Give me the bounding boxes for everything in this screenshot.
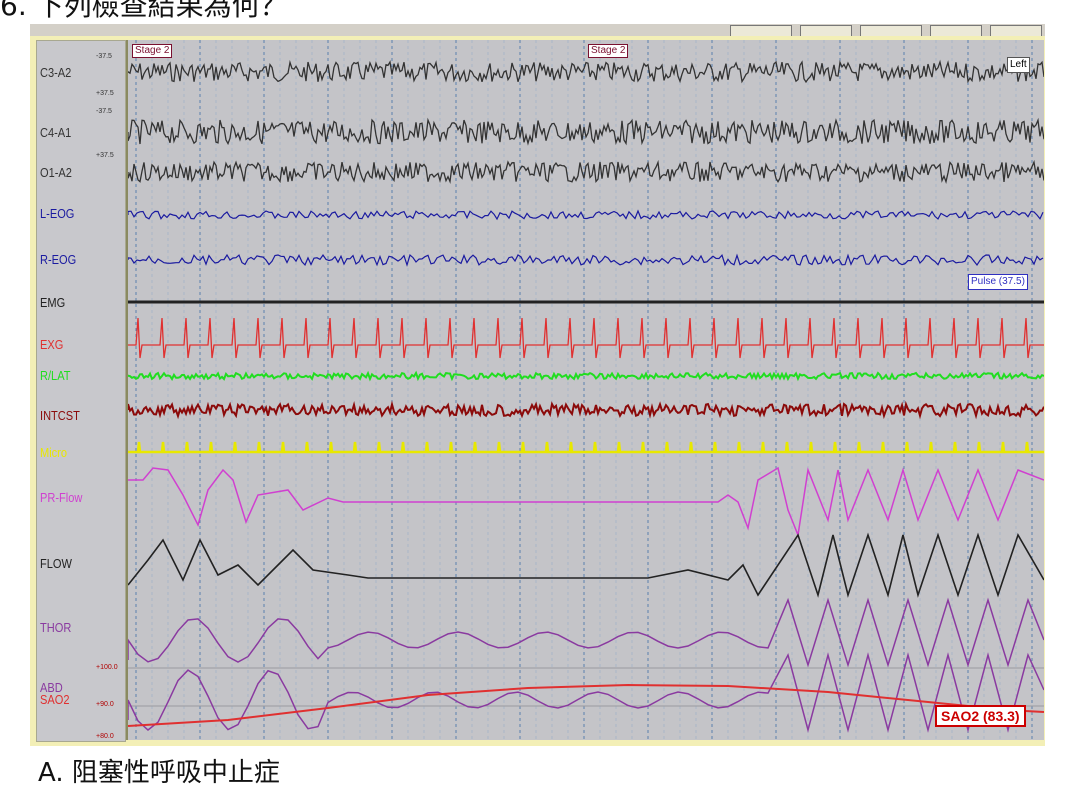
stage-marker: Stage 2 (132, 44, 173, 58)
channel-label-c3-a2: C3-A2 (40, 65, 72, 80)
channel-label-intcst: INTCST (40, 408, 80, 423)
channel-label-emg: EMG (40, 295, 66, 310)
pulse-box: Pulse (37.5) (968, 274, 1028, 290)
signal-plot-area (126, 40, 1044, 740)
micro-trace (128, 441, 1044, 454)
polysomnography-traces (128, 40, 1044, 740)
scale-label: -37.5 (96, 53, 112, 60)
r-eog-trace (128, 253, 1044, 267)
channel-label-panel (36, 40, 126, 742)
r-lat-trace (128, 370, 1044, 382)
channel-label-flow: FLOW (40, 556, 72, 571)
channel-label-o1-a2: O1-A2 (40, 165, 72, 180)
question-text: 6. 下列檢查結果為何？ (0, 0, 288, 22)
channel-label-r-lat: R/LAT (40, 368, 71, 383)
channel-label-micro: Micro (40, 445, 68, 460)
c4-a1-trace (128, 117, 1044, 146)
exg-trace (128, 317, 1044, 359)
scale-label: +80.0 (96, 733, 114, 740)
channel-label-exg: EXG (40, 337, 64, 352)
channel-label-l-eog: L-EOG (40, 206, 75, 221)
thor-trace (128, 597, 1044, 668)
scale-label: +37.5 (96, 90, 114, 97)
pr-flow-trace (128, 466, 1044, 538)
channel-label-thor: THOR (40, 620, 72, 635)
o1-a2-trace (128, 159, 1044, 184)
left-marker-box: Left (1007, 57, 1030, 73)
scale-label: +37.5 (96, 152, 114, 159)
sao2-readout: SAO2 (83.3) (935, 705, 1026, 727)
l-eog-trace (128, 209, 1044, 221)
scale-label: +90.0 (96, 701, 114, 708)
abd-trace (128, 652, 1044, 733)
flow-trace (128, 532, 1044, 598)
intcst-trace (128, 400, 1044, 420)
scale-label: -37.5 (96, 108, 112, 115)
channel-label-pr-flow: PR-Flow (40, 490, 83, 505)
stage-marker: Stage 2 (588, 44, 629, 58)
c3-a2-trace (128, 59, 1044, 84)
channel-label-r-eog: R-EOG (40, 252, 77, 267)
channel-label-sao2: SAO2 (40, 692, 70, 707)
channel-label-c4-a1: C4-A1 (40, 125, 72, 140)
scale-label: +100.0 (96, 664, 118, 671)
